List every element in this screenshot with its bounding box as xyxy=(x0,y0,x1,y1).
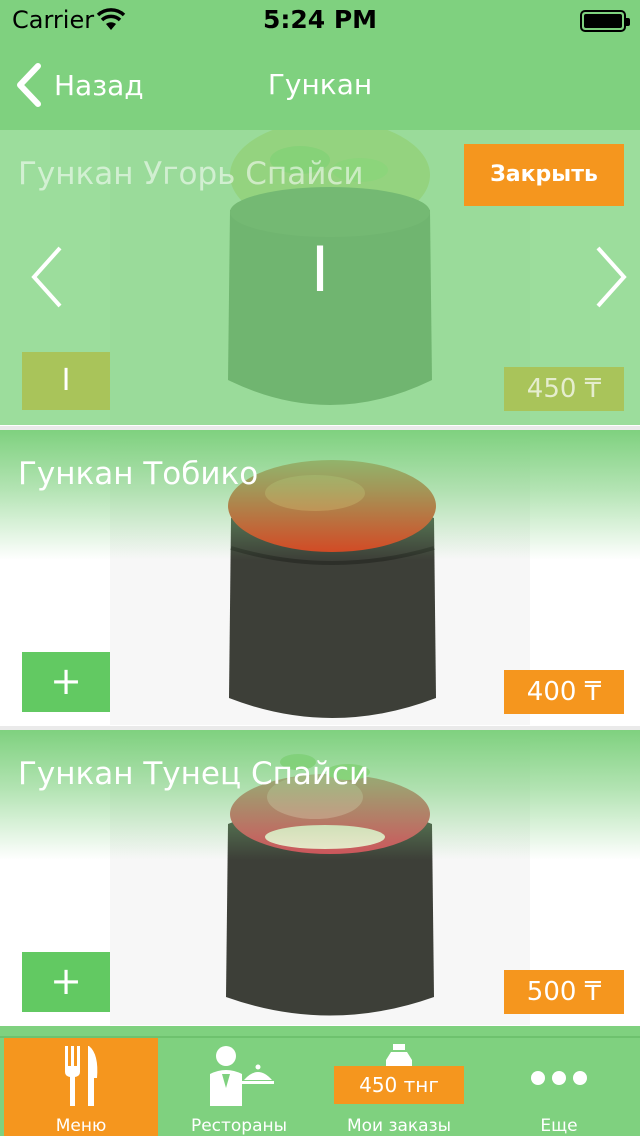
tab-orders[interactable]: 450 тнг Мои заказы xyxy=(322,1038,476,1136)
tab-label: Еще xyxy=(540,1116,578,1136)
status-bar: Carrier 5:24 PM xyxy=(0,0,640,40)
add-button[interactable]: + xyxy=(22,652,110,712)
chevron-right-icon[interactable] xyxy=(590,242,630,312)
item-name: Гункан Угорь Спайси xyxy=(18,156,364,192)
price-badge: 500 ₸ xyxy=(504,970,624,1014)
tab-bar: Меню Рестораны 450 тнг Мои заказы Еще xyxy=(0,1036,640,1136)
tab-label: Меню xyxy=(55,1116,107,1136)
quantity-button[interactable]: I xyxy=(22,352,110,410)
item-name: Гункан Тобико xyxy=(18,456,259,492)
page-title: Гункан xyxy=(267,68,373,101)
add-button[interactable]: + xyxy=(22,952,110,1012)
navigation-bar: Carrier 5:24 PM Назад Гункан xyxy=(0,0,640,130)
close-button[interactable]: Закрыть xyxy=(464,144,624,206)
tab-label: Мои заказы xyxy=(346,1116,452,1136)
clock: 5:24 PM xyxy=(262,5,378,34)
more-dots-icon xyxy=(531,1071,587,1085)
waiter-icon xyxy=(210,1046,274,1106)
header-gradient xyxy=(0,430,640,560)
list-item[interactable]: Гункан Тунец Спайси + 500 ₸ xyxy=(0,730,640,1025)
next-item-edge xyxy=(0,1026,640,1036)
header-gradient xyxy=(0,730,640,860)
tab-label: Рестораны xyxy=(190,1116,288,1136)
price-badge: 450 ₸ xyxy=(504,367,624,411)
battery-icon xyxy=(580,10,630,32)
tab-more[interactable]: Еще xyxy=(482,1038,636,1136)
item-name: Гункан Тунец Спайси xyxy=(18,756,370,792)
quantity-display: I xyxy=(310,233,330,306)
price-badge: 400 ₸ xyxy=(504,670,624,714)
fork-knife-icon xyxy=(65,1046,98,1106)
tab-menu[interactable]: Меню xyxy=(4,1038,158,1136)
list-item[interactable]: Гункан Угорь Спайси Закрыть I I 450 ₸ xyxy=(0,130,640,425)
order-total-badge: 450 тнг xyxy=(334,1066,464,1104)
menu-list[interactable]: Гункан Угорь Спайси Закрыть I I 450 ₸ Гу… xyxy=(0,130,640,1036)
tab-restaurants[interactable]: Рестораны xyxy=(162,1038,316,1136)
list-item[interactable]: Гункан Тобико + 400 ₸ xyxy=(0,430,640,725)
